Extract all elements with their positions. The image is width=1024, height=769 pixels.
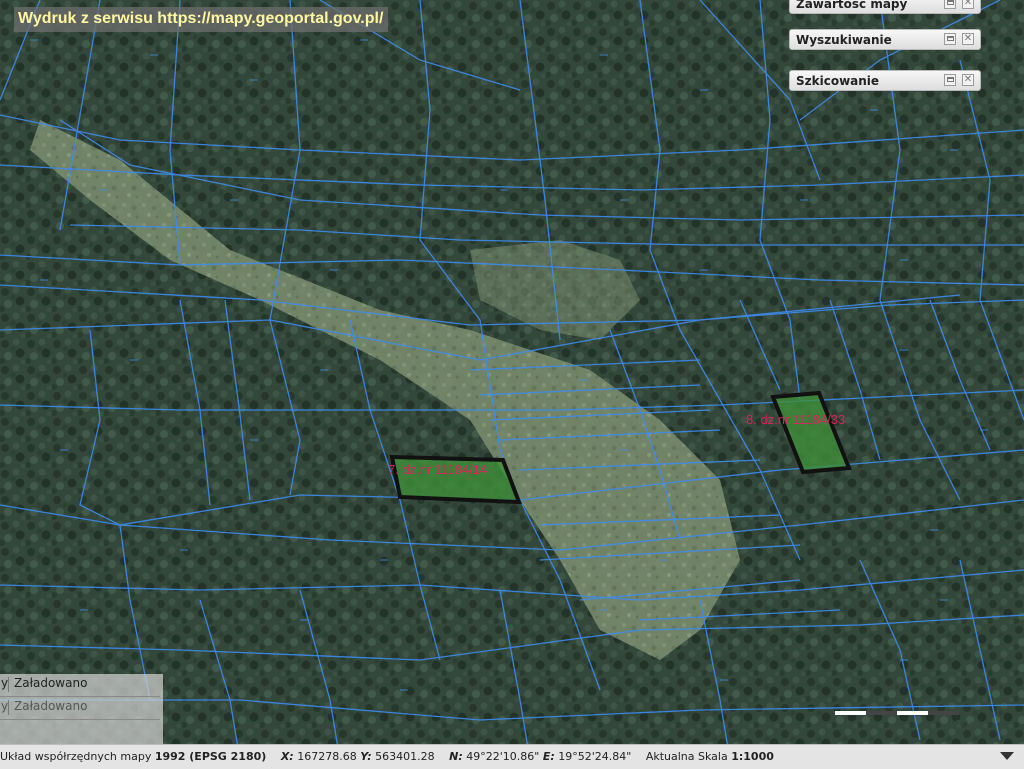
parcel-label-7: 7. dz.nr 11184/14 — [388, 462, 487, 477]
divider — [8, 700, 9, 715]
print-source-banner: Wydruk z serwisu https://mapy.geoportal.… — [14, 7, 389, 32]
divider — [8, 677, 9, 692]
chevron-down-icon[interactable] — [1000, 752, 1014, 760]
layer-status-row: y Załadowano — [0, 697, 160, 720]
scale-label: Aktualna Skala — [645, 750, 728, 763]
map-canvas[interactable]: 7. dz.nr 11184/14 8. dz.nr 11184/33 30m — [0, 0, 1024, 768]
panel-sketching[interactable]: Szkicowanie ✕ — [789, 70, 981, 91]
scalebar-label: 30m — [955, 718, 980, 731]
close-icon[interactable]: ✕ — [962, 33, 974, 45]
n-value: 49°22'10.86" — [466, 750, 540, 763]
y-label: Y: — [360, 750, 372, 763]
layer-status: Załadowano — [14, 699, 88, 713]
parcel-label-8: 8. dz.nr 11184/33 — [746, 412, 845, 427]
crs-label: Układ współrzędnych mapy — [0, 750, 152, 763]
status-bar: Układ współrzędnych mapy 1992 (EPSG 2180… — [0, 744, 1024, 769]
window-minimize-icon[interactable] — [944, 0, 956, 9]
x-value: 167278.68 — [297, 750, 357, 763]
crs-value: 1992 (EPSG 2180) — [154, 750, 267, 763]
y-value: 563401.28 — [375, 750, 435, 763]
layer-status: Załadowano — [14, 676, 88, 690]
panel-map-contents[interactable]: Zawartość mapy ✕ — [789, 0, 981, 14]
scale-value: 1:1000 — [731, 750, 774, 763]
window-minimize-icon[interactable] — [944, 33, 956, 45]
panel-title: Wyszukiwanie — [796, 33, 892, 47]
close-icon[interactable]: ✕ — [962, 0, 974, 9]
e-label: E: — [542, 750, 555, 763]
close-icon[interactable]: ✕ — [962, 74, 974, 86]
e-value: 19°52'24.84" — [558, 750, 632, 763]
layer-status-row: y Załadowano — [0, 674, 160, 697]
window-minimize-icon[interactable] — [944, 74, 956, 86]
x-label: X: — [280, 750, 294, 763]
layer-loading-panel: y Załadowano y Załadowano — [0, 674, 163, 744]
panel-title: Zawartość mapy — [796, 0, 908, 11]
panel-search[interactable]: Wyszukiwanie ✕ — [789, 29, 981, 50]
panel-title: Szkicowanie — [796, 74, 880, 88]
n-label: N: — [449, 750, 463, 763]
